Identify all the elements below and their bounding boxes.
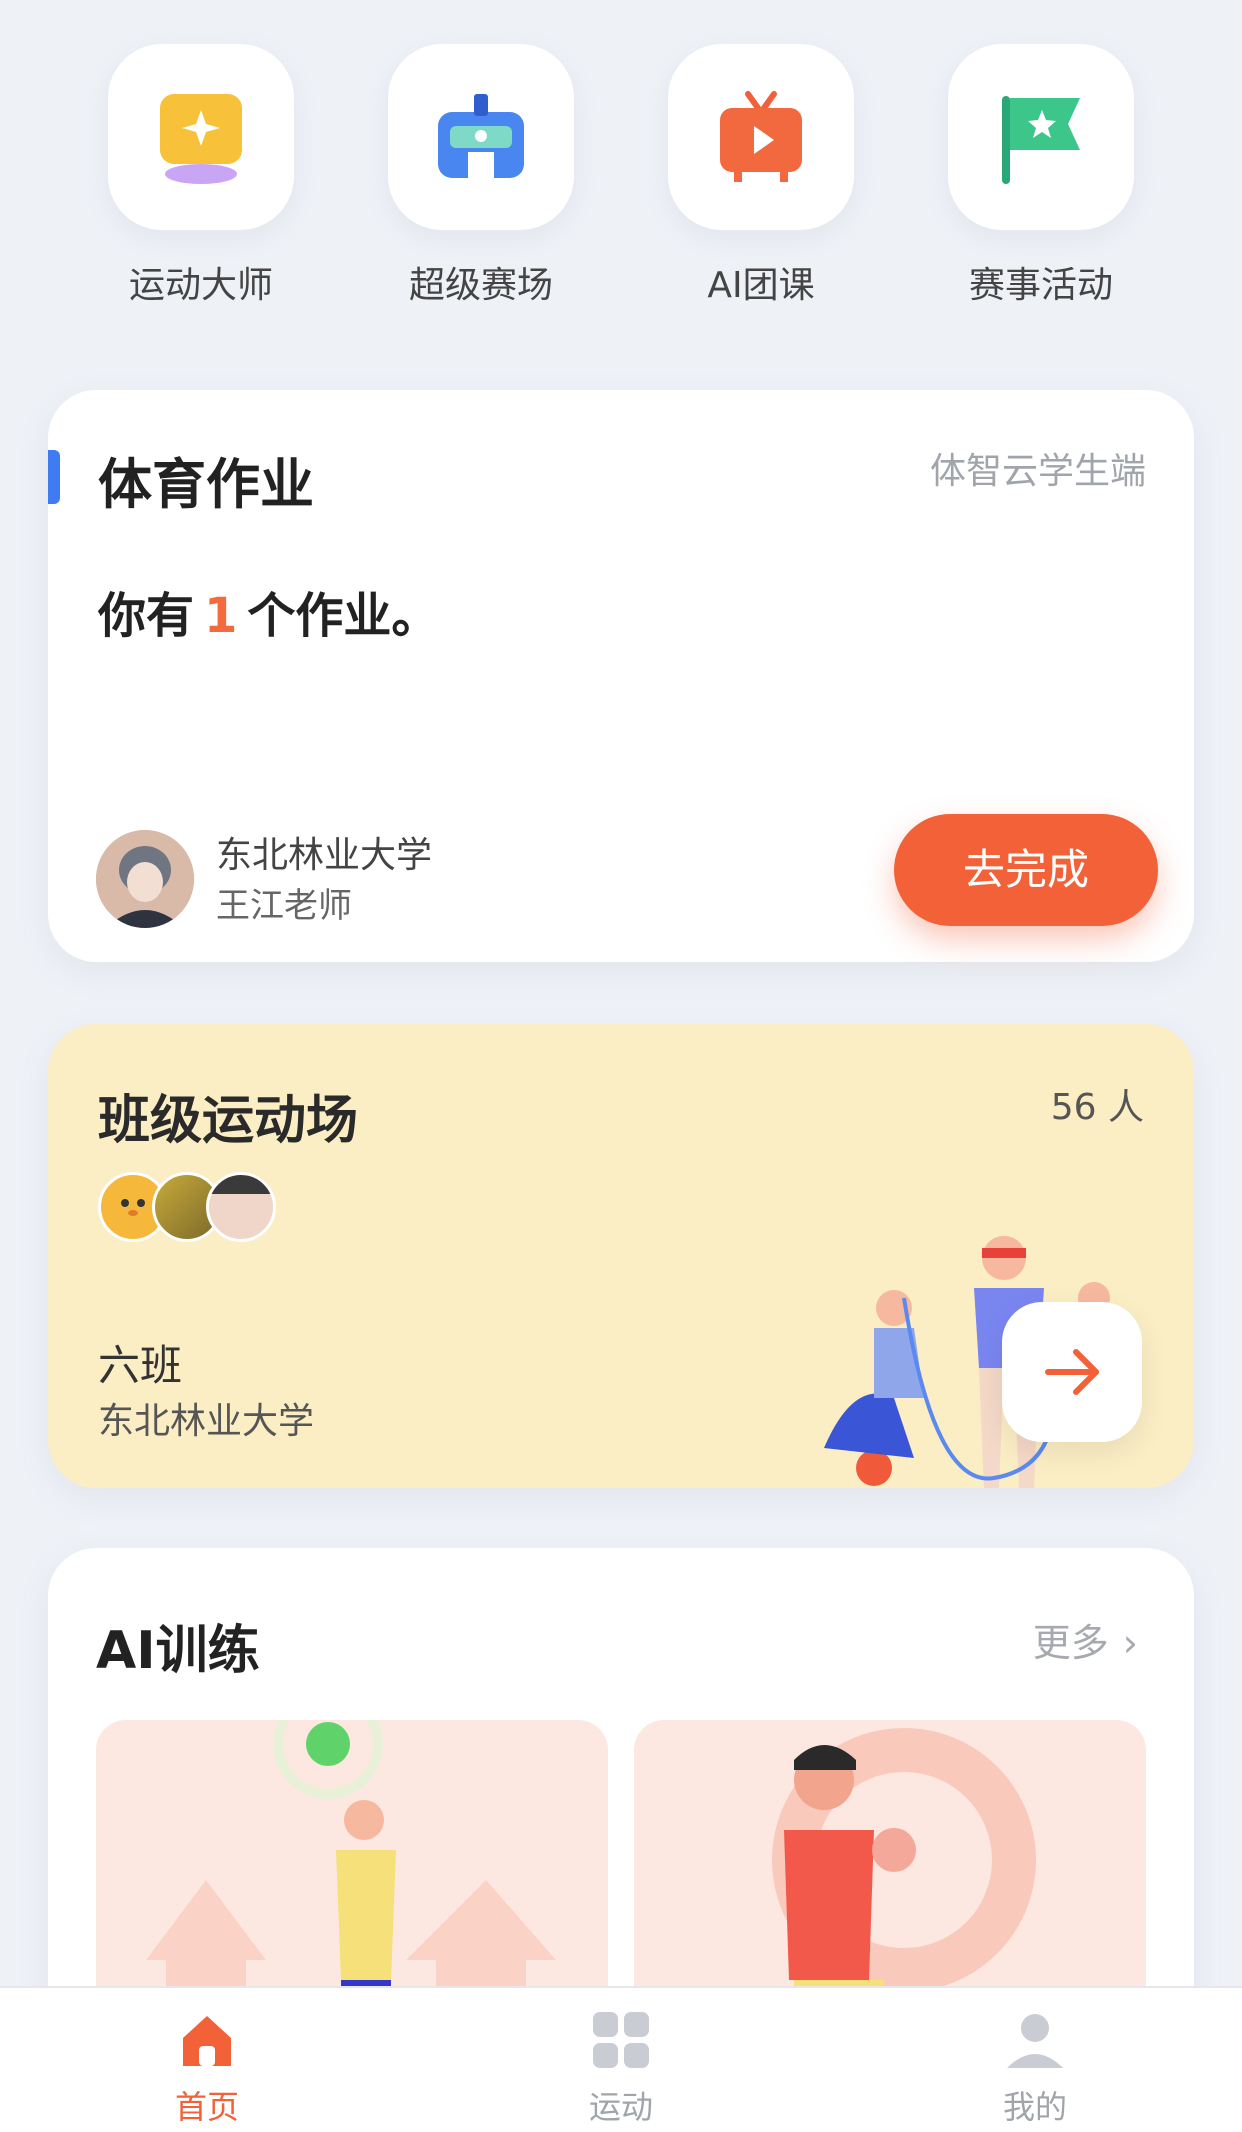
teacher-avatar xyxy=(96,830,194,928)
class-member-count: 56 人 xyxy=(1050,1087,1144,1128)
homework-count: 1 xyxy=(204,588,238,644)
complete-homework-button[interactable]: 去完成 xyxy=(894,814,1158,926)
ai-training-title: AI训练 xyxy=(96,1621,260,1681)
enter-class-field-button[interactable] xyxy=(1002,1302,1142,1442)
homework-card[interactable]: 体育作业 体智云学生端 你有 1 个作业。 东北林业大学 王江老师 去完成 xyxy=(48,390,1194,962)
section-accent-bar xyxy=(48,450,60,504)
quick-action-label: 运动大师 xyxy=(128,265,273,306)
homework-message-prefix: 你有 xyxy=(98,588,195,644)
homework-message-suffix: 个作业。 xyxy=(247,588,440,644)
flag-star-icon xyxy=(1002,96,1080,184)
more-label: 更多 xyxy=(1032,1621,1109,1665)
teacher-school: 东北林业大学 xyxy=(216,835,433,876)
class-name: 六班 xyxy=(98,1341,183,1390)
quick-action-tile[interactable] xyxy=(108,44,294,230)
homework-title: 体育作业 xyxy=(98,453,314,516)
quick-action-label: AI团课 xyxy=(707,265,815,306)
quick-action-tile[interactable] xyxy=(388,44,574,230)
class-school: 东北林业大学 xyxy=(98,1401,315,1442)
class-field-card[interactable]: 班级运动场 56 人 六班 东北林业大学 xyxy=(48,1024,1194,1488)
tab-sports[interactable]: 运动 xyxy=(521,1988,721,2132)
quick-actions: 运动大师 超级赛场 AI团课 赛事活动 xyxy=(0,44,1242,314)
quick-action-super-arena[interactable]: 超级赛场 xyxy=(388,44,574,306)
tv-play-icon xyxy=(720,91,802,182)
stadium-icon xyxy=(438,94,524,178)
quick-action-label: 超级赛场 xyxy=(408,265,553,306)
quick-action-label: 赛事活动 xyxy=(968,265,1113,306)
home-icon xyxy=(183,2016,231,2066)
arrow-right-icon xyxy=(1045,1349,1099,1395)
quick-action-events[interactable]: 赛事活动 xyxy=(948,44,1134,306)
bottom-tab-bar: 首页 运动 我的 xyxy=(0,1986,1242,2132)
homework-source: 体智云学生端 xyxy=(929,451,1146,492)
tab-label: 运动 xyxy=(588,2088,653,2126)
chevron-right-icon: › xyxy=(1122,1621,1138,1665)
tab-profile[interactable]: 我的 xyxy=(935,1988,1135,2132)
grid-icon xyxy=(593,2012,649,2068)
quick-action-tile[interactable] xyxy=(948,44,1134,230)
quick-action-tile[interactable] xyxy=(668,44,854,230)
star-badge-icon xyxy=(160,94,242,184)
member-avatars xyxy=(98,1172,298,1244)
tab-label: 首页 xyxy=(174,2088,239,2126)
member-avatar xyxy=(206,1172,276,1242)
user-icon xyxy=(1007,2014,1063,2068)
tab-label: 我的 xyxy=(1002,2088,1067,2126)
quick-action-sport-master[interactable]: 运动大师 xyxy=(108,44,294,306)
class-field-title: 班级运动场 xyxy=(98,1091,359,1151)
tab-home[interactable]: 首页 xyxy=(107,1988,307,2132)
teacher-name: 王江老师 xyxy=(216,886,352,926)
more-link[interactable]: 更多 › xyxy=(1033,1612,1138,1667)
quick-action-ai-class[interactable]: AI团课 xyxy=(668,44,854,306)
homework-message: 你有 1 个作业。 xyxy=(98,576,439,646)
